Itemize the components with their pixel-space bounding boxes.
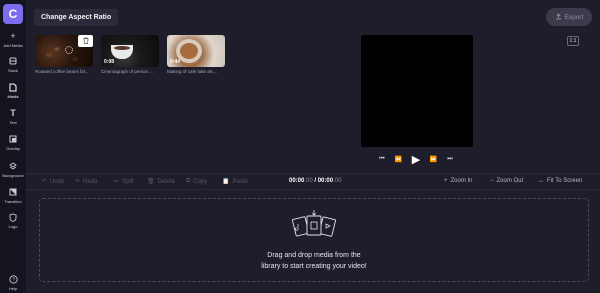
total-time: 00:00 xyxy=(317,178,334,184)
background-icon xyxy=(8,161,18,171)
copy-label: Copy xyxy=(193,178,208,185)
undo-button[interactable]: ↶ Undo xyxy=(42,178,65,186)
fast-forward-icon: ⏩ xyxy=(429,156,438,163)
undo-icon: ↶ xyxy=(42,179,48,185)
zoom-out-label: Zoom Out xyxy=(496,178,524,184)
aspect-ratio-button[interactable]: 1:1 xyxy=(567,36,579,46)
text-icon: T xyxy=(10,108,16,118)
fit-icon: ↔ xyxy=(538,178,544,184)
zoom-in-button[interactable]: + Zoom In xyxy=(444,178,473,184)
svg-text:?: ? xyxy=(12,277,15,283)
timecode: 00:00.00 / 00:00.00 xyxy=(289,178,341,184)
sidebar-item-media[interactable]: Media xyxy=(0,82,26,99)
split-icon: ✂ xyxy=(114,179,120,185)
skip-to-end-button[interactable]: ⏭ xyxy=(446,153,454,165)
sidebar-item-label: Add Media xyxy=(3,43,23,48)
sidebar-item-label: Media xyxy=(7,94,19,99)
paste-button[interactable]: 📋 Paste xyxy=(222,178,248,186)
drop-line-2: library to start creating your video! xyxy=(261,263,367,270)
sidebar-item-help[interactable]: ? Help xyxy=(0,274,26,291)
sidebar-item-label: Help xyxy=(8,286,18,291)
sidebar-item-label: Stock xyxy=(7,68,18,73)
sidebar-item-transition[interactable]: Transition xyxy=(0,187,26,204)
sidebar-item-background[interactable]: Background xyxy=(0,161,26,178)
media-duration: 0:08 xyxy=(104,59,115,65)
sidebar: C + Add Media Stock Media T Text Overlay… xyxy=(0,0,26,293)
trash-icon: 🗑 xyxy=(147,179,155,185)
media-caption: Roasted coffee beans fal... xyxy=(35,69,89,74)
sidebar-item-label: Logo xyxy=(8,224,18,229)
sidebar-item-stock[interactable]: Stock xyxy=(0,56,26,73)
timeline-toolbar: ↶ Undo ↷ Redo ✂ Split 🗑 Delete ⧉ Copy 📋 … xyxy=(26,173,600,190)
video-preview[interactable] xyxy=(361,35,473,147)
plus-icon: + xyxy=(10,31,16,41)
paste-icon: 📋 xyxy=(222,179,230,185)
coffee-cup-image xyxy=(111,45,133,59)
rewind-icon: ⏪ xyxy=(394,156,403,163)
sidebar-item-label: Overlay xyxy=(6,146,20,151)
sidebar-item-label: Transition xyxy=(4,199,22,204)
app-logo[interactable]: C xyxy=(3,4,23,24)
skip-to-start-button[interactable]: ⏮ xyxy=(378,153,386,165)
logo-icon xyxy=(8,212,18,222)
project-title[interactable]: Change Aspect Ratio xyxy=(34,9,119,26)
media-duration: 0:44 xyxy=(170,59,181,65)
media-caption: Cinemagraph of person ... xyxy=(101,69,154,74)
export-label: Export xyxy=(564,13,584,21)
media-thumbnail-3[interactable]: 0:44 xyxy=(167,35,225,67)
total-time-ms: .00 xyxy=(333,178,342,184)
drop-instructions: Drag and drop media from the library to … xyxy=(250,250,378,272)
play-button[interactable]: ▶ xyxy=(410,153,422,166)
split-button[interactable]: ✂ Split xyxy=(114,178,134,186)
fast-forward-button[interactable]: ⏩ xyxy=(429,153,438,165)
media-icon xyxy=(8,82,18,92)
media-stack-icon xyxy=(290,210,338,240)
current-time-ms: .00 xyxy=(304,178,313,184)
copy-icon: ⧉ xyxy=(186,178,191,184)
paste-label: Paste xyxy=(232,178,248,185)
trash-icon xyxy=(83,36,89,46)
sidebar-item-add-media[interactable]: + Add Media xyxy=(0,31,26,48)
fit-label: Fit To Screen xyxy=(547,178,583,184)
redo-label: Redo xyxy=(83,178,98,185)
sidebar-item-overlay[interactable]: Overlay xyxy=(0,134,26,151)
overlay-icon xyxy=(8,134,18,144)
minus-icon: − xyxy=(490,178,494,184)
help-icon: ? xyxy=(8,274,18,284)
plus-icon: + xyxy=(444,178,448,184)
play-icon: ▶ xyxy=(411,153,421,166)
undo-label: Undo xyxy=(50,178,65,185)
skip-end-icon: ⏭ xyxy=(447,155,453,162)
split-label: Split xyxy=(122,178,134,185)
delete-media-button[interactable] xyxy=(78,35,93,47)
rewind-button[interactable]: ⏪ xyxy=(394,153,403,165)
current-time: 00:00 xyxy=(289,178,305,184)
fit-to-screen-button[interactable]: ↔ Fit To Screen xyxy=(538,178,582,184)
skip-start-icon: ⏮ xyxy=(379,155,385,162)
drop-line-1: Drag and drop media from the xyxy=(267,252,361,259)
delete-button[interactable]: 🗑 Delete xyxy=(147,178,175,186)
zoom-out-button[interactable]: − Zoom Out xyxy=(490,178,523,184)
media-thumbnail-2[interactable]: 0:08 xyxy=(101,35,159,67)
export-button[interactable]: Export xyxy=(546,8,592,26)
media-caption: Making of cafe latte art,... xyxy=(167,69,218,74)
redo-button[interactable]: ↷ Redo xyxy=(75,178,98,186)
copy-button[interactable]: ⧉ Copy xyxy=(186,178,207,185)
upload-icon xyxy=(555,12,562,22)
redo-icon: ↷ xyxy=(75,179,81,185)
sidebar-item-label: Text xyxy=(9,120,17,125)
sidebar-item-logo[interactable]: Logo xyxy=(0,212,26,229)
delete-label: Delete xyxy=(157,178,175,185)
sidebar-item-label: Background xyxy=(2,173,24,178)
stock-icon xyxy=(8,56,18,66)
transition-icon xyxy=(8,187,18,197)
sidebar-item-text[interactable]: T Text xyxy=(0,108,26,125)
zoom-in-label: Zoom In xyxy=(450,178,473,184)
